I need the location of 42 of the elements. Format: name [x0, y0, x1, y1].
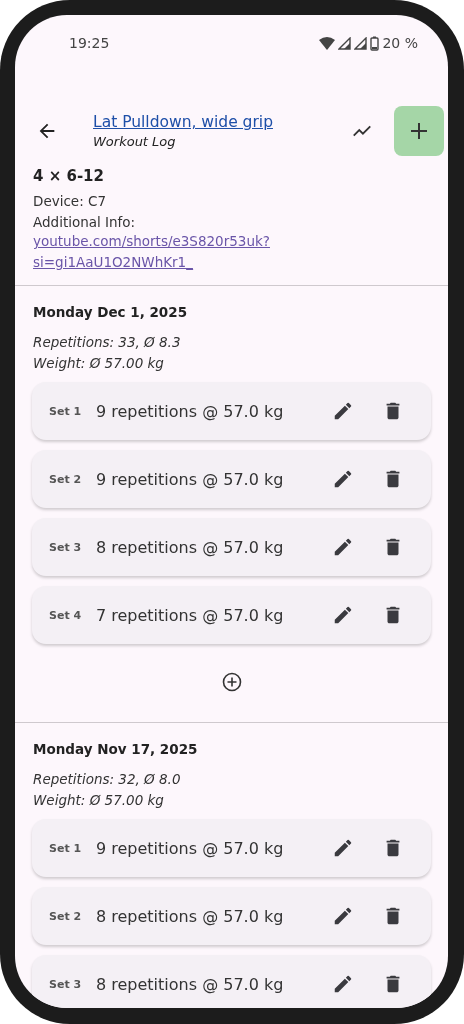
set-scheme: 4 × 6-12: [33, 167, 105, 185]
battery-percent: 20 %: [382, 35, 418, 51]
set-label: Set 2: [49, 909, 83, 923]
add-button[interactable]: [394, 106, 444, 156]
plus-icon: [409, 121, 429, 141]
pencil-icon: [332, 536, 354, 558]
set-label: Set 1: [49, 404, 83, 418]
signal-icon: [338, 36, 352, 50]
weight-summary: Weight: Ø 57.00 kg: [33, 354, 165, 373]
set-details: 8 repetitions @ 57.0 kg: [96, 537, 285, 557]
clock-time: 19:25: [69, 35, 110, 51]
set-label: Set 3: [49, 977, 83, 991]
set-label: Set 2: [49, 472, 83, 486]
battery-icon: [370, 35, 380, 51]
pencil-icon: [332, 973, 354, 995]
device-label: Device: C7: [33, 193, 108, 209]
wifi-icon: [319, 36, 336, 50]
pencil-icon: [332, 837, 354, 859]
pencil-icon: [332, 905, 354, 927]
video-link[interactable]: youtube.com/shorts/e3S820r53uk? si=gi1AaU1O2NWhKr1_: [33, 231, 270, 273]
set-details: 7 repetitions @ 57.0 kg: [96, 605, 285, 625]
repetitions-summary: Repetitions: 32, Ø 8.0: [33, 770, 182, 789]
exercise-title-link[interactable]: Lat Pulldown, wide grip: [93, 113, 348, 131]
signal-icon: [354, 36, 368, 50]
pencil-icon: [332, 604, 354, 626]
set-details: 8 repetitions @ 57.0 kg: [96, 974, 285, 994]
pencil-icon: [332, 400, 354, 422]
set-label: Set 4: [49, 608, 83, 622]
set-details: 9 repetitions @ 57.0 kg: [96, 401, 285, 421]
session-date: Monday Dec 1, 2025: [33, 304, 189, 320]
set-details: 8 repetitions @ 57.0 kg: [96, 906, 285, 926]
info-label: Additional Info:: [33, 214, 137, 230]
session-date: Monday Nov 17, 2025: [33, 741, 199, 757]
pencil-icon: [332, 468, 354, 490]
set-details: 9 repetitions @ 57.0 kg: [96, 838, 285, 858]
repetitions-summary: Repetitions: 33, Ø 8.3: [33, 333, 182, 352]
set-label: Set 3: [49, 540, 83, 554]
subtitle: Workout Log: [93, 134, 177, 149]
set-details: 9 repetitions @ 57.0 kg: [96, 469, 285, 489]
weight-summary: Weight: Ø 57.00 kg: [33, 791, 165, 810]
set-label: Set 1: [49, 841, 83, 855]
plus-circle-icon: [221, 672, 242, 692]
